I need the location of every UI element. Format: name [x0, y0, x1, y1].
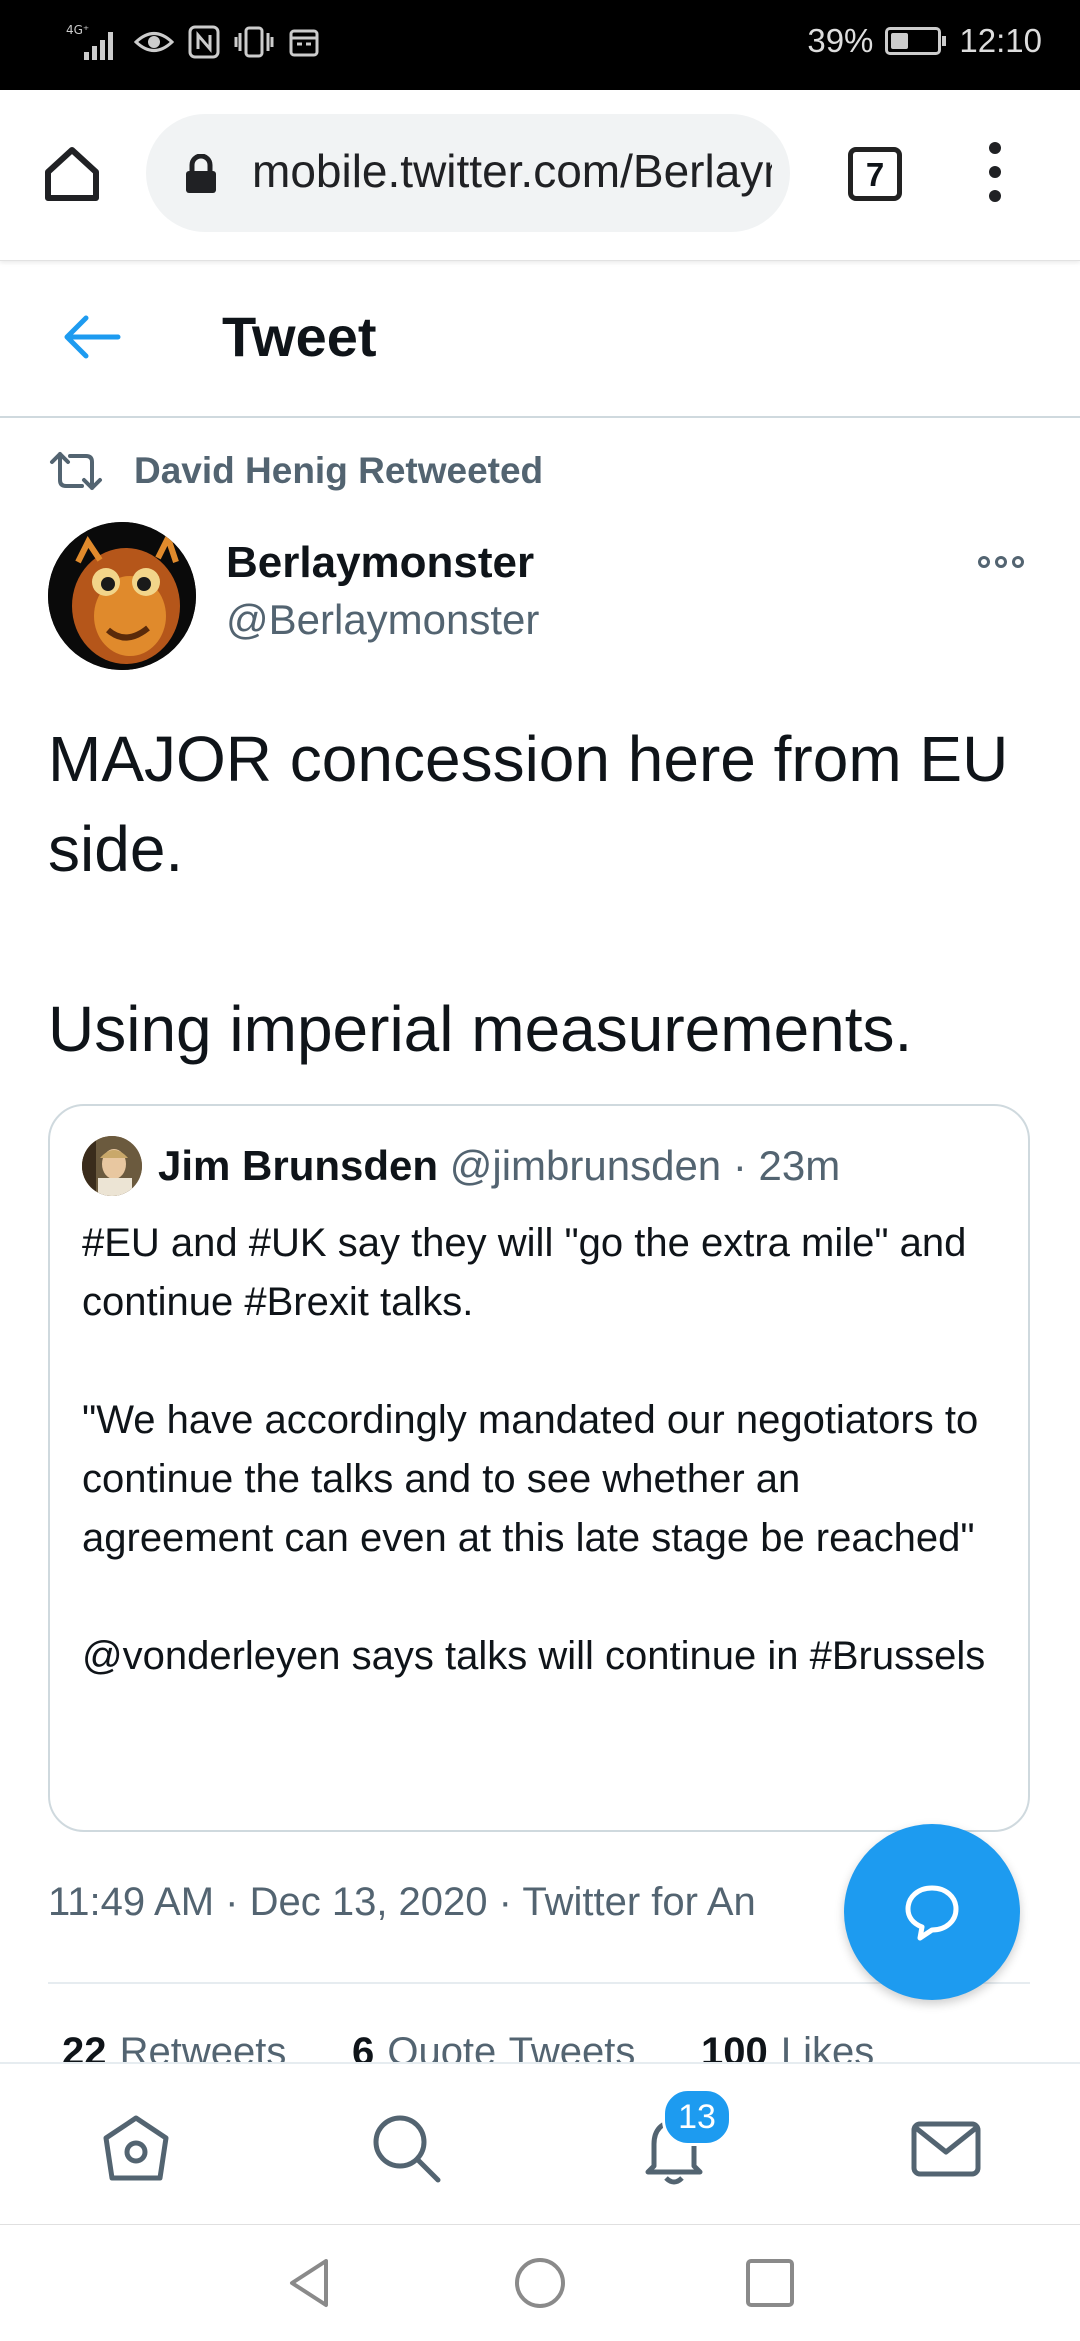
quoted-avatar: [82, 1136, 142, 1196]
retweet-context[interactable]: David Henig Retweeted: [48, 450, 543, 492]
status-bar: 4G⁺ 39% 12:10: [0, 0, 1080, 90]
battery-icon: [885, 27, 947, 55]
tab-switcher-button[interactable]: 7: [848, 147, 902, 201]
author-handle[interactable]: @Berlaymonster: [226, 596, 539, 644]
recents-square-icon[interactable]: [742, 2255, 798, 2311]
compose-reply-button[interactable]: [844, 1824, 1020, 2000]
system-navigation: [0, 2224, 1080, 2341]
page-title: Tweet: [222, 305, 377, 368]
tweet-text-line: MAJOR concession here from EU side.: [48, 723, 1009, 885]
browser-menu-icon[interactable]: [980, 142, 1010, 206]
url-text: mobile.twitter.com/Berlaymonster/status: [252, 145, 772, 197]
reply-bubble-icon: [905, 1885, 959, 1941]
tweet-text-line: Using imperial measurements.: [48, 993, 913, 1065]
back-triangle-icon[interactable]: [282, 2255, 338, 2311]
retweet-label: David Henig Retweeted: [134, 450, 544, 491]
quoted-text: #EU and #UK say they will "go the extra …: [82, 1214, 1002, 1686]
retweet-icon: [50, 452, 102, 490]
eye-icon: [134, 32, 174, 52]
tweet-timestamp: 11:49 AM · Dec 13, 2020 · Twitter for An: [48, 1880, 756, 1924]
nfc-icon: [188, 25, 220, 59]
avatar-image: [48, 522, 196, 670]
notifications-badge: 13: [662, 2088, 732, 2146]
quoted-header: Jim Brunsden @jimbrunsden · 23m: [158, 1142, 840, 1190]
search-tab-icon[interactable]: [366, 2108, 446, 2188]
bottom-navigation: 13: [0, 2062, 1080, 2224]
quoted-paragraph: "We have accordingly mandated our negoti…: [82, 1398, 979, 1560]
status-left-icons: 4G⁺: [66, 22, 320, 62]
clock: 12:10: [959, 22, 1042, 59]
author-avatar[interactable]: [48, 522, 196, 670]
url-bar[interactable]: mobile.twitter.com/Berlaymonster/status: [146, 114, 790, 232]
signal-icon: 4G⁺: [66, 23, 113, 60]
quoted-paragraph: #EU and #UK say they will "go the extra …: [82, 1221, 967, 1324]
quoted-name: Jim Brunsden: [158, 1142, 439, 1189]
svg-text:4G⁺: 4G⁺: [66, 23, 89, 37]
quoted-paragraph: @vonderleyen says talks will continue in…: [82, 1634, 986, 1678]
more-options-icon[interactable]: [978, 556, 1032, 576]
back-arrow-icon[interactable]: [62, 312, 122, 362]
vibrate-icon: [234, 26, 274, 58]
home-icon[interactable]: [40, 142, 104, 206]
author-name[interactable]: Berlaymonster: [226, 538, 534, 588]
battery-fill: [891, 33, 909, 49]
lock-icon: [186, 154, 216, 193]
quoted-avatar-image: [82, 1136, 142, 1196]
home-tab-icon[interactable]: [96, 2108, 176, 2188]
status-right: 39% 12:10: [807, 22, 1042, 60]
tweet-text: MAJOR concession here from EU side. Usin…: [48, 714, 1048, 1074]
quoted-handle-time: @jimbrunsden · 23m: [449, 1142, 841, 1189]
quoted-tweet[interactable]: Jim Brunsden @jimbrunsden · 23m #EU and …: [48, 1104, 1030, 1832]
messages-tab-icon[interactable]: [906, 2108, 986, 2188]
battery-percent: 39%: [807, 22, 874, 59]
browser-toolbar: mobile.twitter.com/Berlaymonster/status …: [0, 90, 1080, 261]
home-circle-icon[interactable]: [512, 2255, 568, 2311]
calendar-icon: [289, 29, 319, 57]
tweet-header: Tweet: [0, 262, 1080, 418]
